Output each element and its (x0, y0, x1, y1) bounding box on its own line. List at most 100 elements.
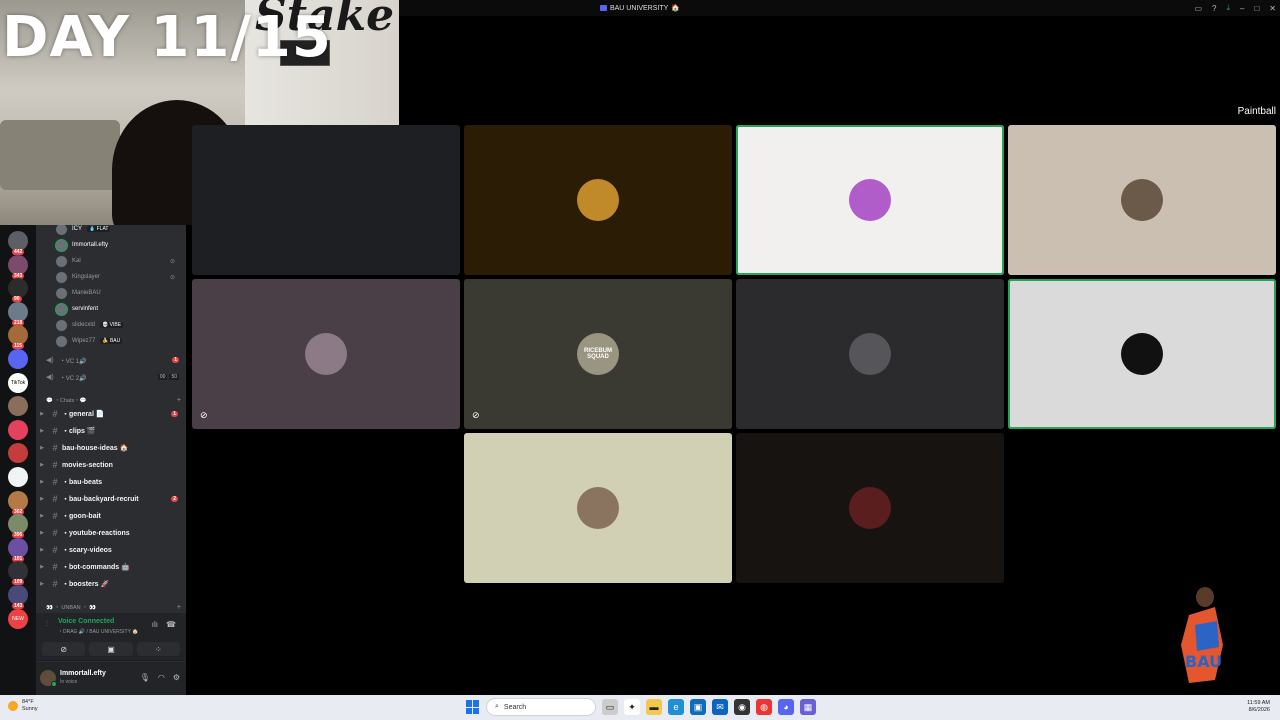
windows-start-icon[interactable] (466, 700, 480, 714)
voice-user[interactable]: Kingslayer ⊘ (56, 269, 181, 285)
mail-icon[interactable]: ✉ (712, 699, 728, 715)
text-channel[interactable]: ▶ # ・clips 🎬 (36, 423, 186, 439)
chevron-right-icon[interactable]: ▶ (36, 564, 48, 570)
participant-tile[interactable] (736, 125, 1004, 275)
server-icon[interactable]: 143 (8, 585, 28, 609)
signal-icon[interactable]: ⫶ (46, 619, 48, 629)
voice-location[interactable]: ・DRAG 🔊 / BAU UNIVERSITY 🏠 (58, 628, 138, 635)
server-icon[interactable]: 109 (8, 561, 28, 586)
copilot-icon[interactable]: ✦ (624, 699, 640, 715)
channel-name: ・bau-beats (62, 479, 103, 486)
inbox-icon[interactable]: ▭ (1194, 4, 1202, 13)
text-channel[interactable]: ▶ # ・boosters 🚀 (36, 576, 186, 592)
chevron-right-icon[interactable]: ▶ (36, 462, 48, 468)
voice-user[interactable]: Kal ⊘ (56, 253, 181, 269)
server-icon[interactable]: 90 (8, 278, 28, 303)
avatar[interactable] (40, 670, 57, 687)
text-channel[interactable]: ▶ # bau-house-ideas 🏠 (36, 440, 186, 456)
participant-tile[interactable] (736, 433, 1004, 583)
voice-status[interactable]: Voice Connected (58, 618, 114, 625)
participant-tile[interactable] (464, 125, 732, 275)
server-label: TikTok (10, 379, 26, 386)
server-icon[interactable]: 218 (8, 301, 28, 326)
edge-icon[interactable]: e (668, 699, 684, 715)
chevron-right-icon[interactable]: ▶ (36, 445, 48, 451)
weather-widget[interactable]: 84°F Sunny (8, 699, 38, 713)
noise-suppression-icon[interactable]: ılı (152, 620, 158, 629)
store-icon[interactable]: ▣ (690, 699, 706, 715)
participant-tile[interactable]: RICEBUM SQUAD ⊘ (464, 279, 732, 429)
calculator-icon[interactable]: ▦ (800, 699, 816, 715)
chrome-icon[interactable]: ◍ (756, 699, 772, 715)
help-icon[interactable]: ? (1212, 4, 1216, 13)
task-view-icon[interactable]: ▭ (602, 699, 618, 715)
minimize-button[interactable]: – (1240, 4, 1244, 13)
chevron-right-icon[interactable]: ▶ (36, 496, 48, 502)
svg-text:BAU: BAU (1185, 652, 1222, 671)
file-explorer-icon[interactable]: ▬ (646, 699, 662, 715)
text-channel[interactable]: ▶ # ・bau-beats (36, 474, 186, 490)
muted-mic-icon: ⊘ (200, 410, 208, 420)
voice-user[interactable]: servinfent (56, 301, 181, 317)
taskbar-search[interactable]: ⌕ Search (486, 698, 596, 716)
headphones-icon[interactable]: ◠ (158, 673, 165, 682)
text-channel[interactable]: ▶ # ・general 📄 1 (36, 406, 186, 422)
participant-tile[interactable] (1008, 279, 1276, 429)
server-icon[interactable] (8, 419, 28, 440)
microphone-icon[interactable]: 🎙︎ (140, 673, 150, 682)
system-clock[interactable]: 11:59 AM 8/6/2026 (1247, 700, 1270, 714)
participant-tile[interactable] (192, 125, 460, 275)
download-icon[interactable]: ⤓ (1226, 3, 1230, 13)
participant-tile[interactable] (736, 279, 1004, 429)
participant-tile[interactable] (464, 433, 732, 583)
text-channel[interactable]: ▶ # movies-section (36, 457, 186, 473)
server-icon[interactable]: 101 (8, 537, 28, 562)
category-unban[interactable]: 👀 ・ UNBAN ・ 👀 + (46, 601, 181, 613)
activities-button[interactable]: ⁘ (136, 642, 180, 656)
app-icon[interactable]: ◉ (734, 699, 750, 715)
voice-user[interactable]: Immortall.efty (56, 237, 181, 253)
chevron-right-icon[interactable]: ▶ (36, 479, 48, 485)
text-channel[interactable]: ▶ # ・goon-bait (36, 508, 186, 524)
camera-off-button[interactable]: ⊘ (42, 642, 86, 656)
text-channel[interactable]: ▶ # ・bau-backyard-recruit 2 (36, 491, 186, 507)
chevron-right-icon[interactable]: ▶ (36, 547, 48, 553)
chevron-right-icon[interactable]: ▶ (36, 513, 48, 519)
maximize-button[interactable]: □ (1254, 4, 1259, 13)
discord-app-icon[interactable]: ◕ (778, 699, 794, 715)
server-icon[interactable]: TikTok (8, 372, 28, 393)
server-icon[interactable] (8, 396, 28, 417)
text-channel[interactable]: ▶ # ・youtube-reactions (36, 525, 186, 541)
add-channel-icon[interactable]: + (177, 397, 181, 404)
voice-user[interactable]: ManieBAU (56, 285, 181, 301)
server-icon[interactable]: 396 (8, 514, 28, 539)
share-screen-button[interactable]: ▣ (89, 642, 133, 656)
category-chats[interactable]: 💬 ・Chats・💬 + (46, 394, 181, 406)
voice-channel[interactable]: ◀) ・VC 2🔊 00 50 (46, 369, 181, 385)
avatar (56, 335, 67, 347)
voice-user[interactable]: slidecxld 💀 VIBE (56, 317, 181, 333)
server-icon[interactable]: 442 (8, 231, 28, 255)
voice-user[interactable]: Wipez77 🍌 BAU (56, 333, 181, 349)
server-icon[interactable]: 115 (8, 325, 28, 350)
participant-tile[interactable]: ⊘ (192, 279, 460, 429)
server-icon[interactable] (8, 349, 28, 369)
server-icon[interactable]: 302 (8, 490, 28, 515)
participant-tile[interactable] (1008, 125, 1276, 275)
settings-gear-icon[interactable]: ⚙ (173, 673, 180, 682)
chevron-right-icon[interactable]: ▶ (36, 428, 48, 434)
server-icon[interactable] (8, 467, 28, 487)
chevron-right-icon[interactable]: ▶ (36, 530, 48, 536)
disconnect-icon[interactable]: ☎ (166, 620, 176, 629)
text-channel[interactable]: ▶ # ・scary-videos (36, 542, 186, 558)
chevron-right-icon[interactable]: ▶ (36, 411, 48, 417)
voice-channel[interactable]: ◀) ・VC 1🔊 1 (46, 352, 181, 368)
close-button[interactable]: ✕ (1269, 4, 1276, 13)
server-icon[interactable]: 343 (8, 254, 28, 279)
text-channel[interactable]: ▶ # ・bot-commands 🤖 (36, 559, 186, 575)
chevron-right-icon[interactable]: ▶ (36, 581, 48, 587)
server-icon[interactable] (8, 443, 28, 464)
username[interactable]: Immortall.efty (60, 670, 106, 677)
server-icon[interactable]: NEW (8, 608, 28, 629)
add-channel-icon[interactable]: + (177, 604, 181, 611)
